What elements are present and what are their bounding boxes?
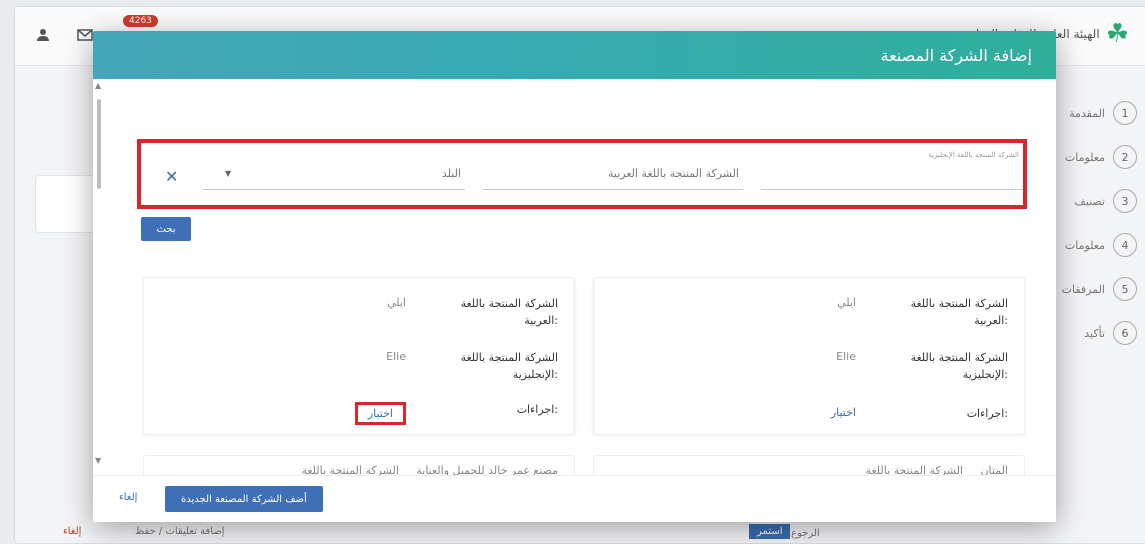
cancel-link[interactable]: إلغاء	[119, 492, 137, 503]
scroll-thumb[interactable]	[97, 99, 101, 189]
country-placeholder: البلد	[441, 167, 461, 180]
step-number: 4	[1113, 233, 1137, 257]
user-icon[interactable]	[29, 21, 57, 49]
english-name-label: الشركة المنتجة باللغة الإنجليزية:	[910, 351, 1008, 381]
arabic-name-value: ايلي	[837, 296, 856, 309]
card-row: Elie الشركة المنتجة باللغة الإنجليزية:	[628, 350, 1008, 383]
card-row: اختيار اجراءات:	[628, 406, 1008, 423]
step-label: معلومات	[1064, 150, 1105, 164]
manufacturer-card: ايلي الشركة المنتجة باللغة العربية: Elie…	[593, 277, 1025, 435]
step-label: تصنيف	[1074, 194, 1105, 208]
english-name-value: Elie	[386, 350, 406, 363]
english-name-label: الشركة المنتجة باللغة الإنجليزية:	[460, 351, 558, 381]
arabic-name-value: ايلي	[387, 296, 406, 309]
card-row: ايلي الشركة المنتجة باللغة العربية:	[628, 296, 1008, 329]
step-label: معلومات	[1064, 238, 1105, 252]
logo-icon: ☘	[1105, 19, 1129, 49]
english-company-input[interactable]: الشركة المنتجة باللغة الإنجليزية	[761, 151, 1023, 190]
chevron-down-icon: ▼	[225, 169, 232, 178]
notification-badge: 4263	[123, 15, 158, 27]
arabic-name-label: الشركة المنتجة باللغة العربية:	[460, 297, 558, 327]
search-button[interactable]: بحث	[141, 217, 191, 241]
card-row: ايلي الشركة المنتجة باللغة العربية:	[178, 296, 558, 329]
background-cancel-link[interactable]: إلغاء	[63, 526, 81, 537]
modal-header: إضافة الشركة المصنعة	[93, 31, 1056, 79]
select-link[interactable]: اختيار	[696, 406, 856, 423]
arabic-name-label: الشركة المنتجة باللغة العربية:	[910, 297, 1008, 327]
card-row: Elie الشركة المنتجة باللغة الإنجليزية:	[178, 350, 558, 383]
step-number: 3	[1113, 189, 1137, 213]
step-number: 2	[1113, 145, 1137, 169]
english-company-label: الشركة المنتجة باللغة الإنجليزية	[928, 151, 1019, 159]
english-name-value: Elie	[836, 350, 856, 363]
add-new-manufacturer-button[interactable]: أضف الشركة المصنعة الجديدة	[165, 486, 323, 512]
step-number: 1	[1113, 101, 1137, 125]
arabic-company-input[interactable]: الشركة المنتجة باللغة العربية	[483, 165, 743, 190]
background-card	[35, 175, 99, 233]
actions-cell: اختيار	[246, 402, 406, 425]
step-label: المقدمة	[1069, 106, 1105, 120]
scroll-up-icon[interactable]: ▲	[95, 81, 101, 90]
modal-scrollbar[interactable]: ▲ ▼	[93, 79, 105, 469]
modal-footer: إلغاء أضف الشركة المصنعة الجديدة	[93, 475, 1056, 522]
step-number: 6	[1113, 321, 1137, 345]
step-label: تأكيد	[1084, 326, 1105, 340]
search-form-highlight: ✕ ▼ البلد الشركة المنتجة باللغة العربية …	[137, 139, 1027, 209]
step-label: المرفقات	[1061, 282, 1105, 296]
select-link[interactable]: اختيار	[354, 402, 406, 425]
modal-title: إضافة الشركة المصنعة	[880, 45, 1033, 65]
background-next-button[interactable]: استمر	[749, 524, 791, 539]
arabic-company-placeholder: الشركة المنتجة باللغة العربية	[608, 167, 739, 180]
close-icon[interactable]: ✕	[165, 167, 178, 186]
scroll-down-icon[interactable]: ▼	[95, 456, 101, 465]
actions-label: اجراءات:	[966, 407, 1008, 420]
background-back-button[interactable]: الرجوع	[791, 528, 820, 539]
card-row: اختيار اجراءات:	[178, 402, 558, 425]
step-number: 5	[1113, 277, 1137, 301]
actions-label: اجراءات:	[516, 403, 558, 416]
manufacturer-card: ايلي الشركة المنتجة باللغة العربية: Elie…	[143, 277, 575, 435]
background-note: إضافة تعليقات / حفظ	[135, 526, 225, 537]
country-select[interactable]: ▼ البلد	[203, 165, 465, 190]
add-manufacturer-modal: إضافة الشركة المصنعة ▲ ▼ ✕ ▼ البلد الشرك…	[93, 31, 1056, 522]
